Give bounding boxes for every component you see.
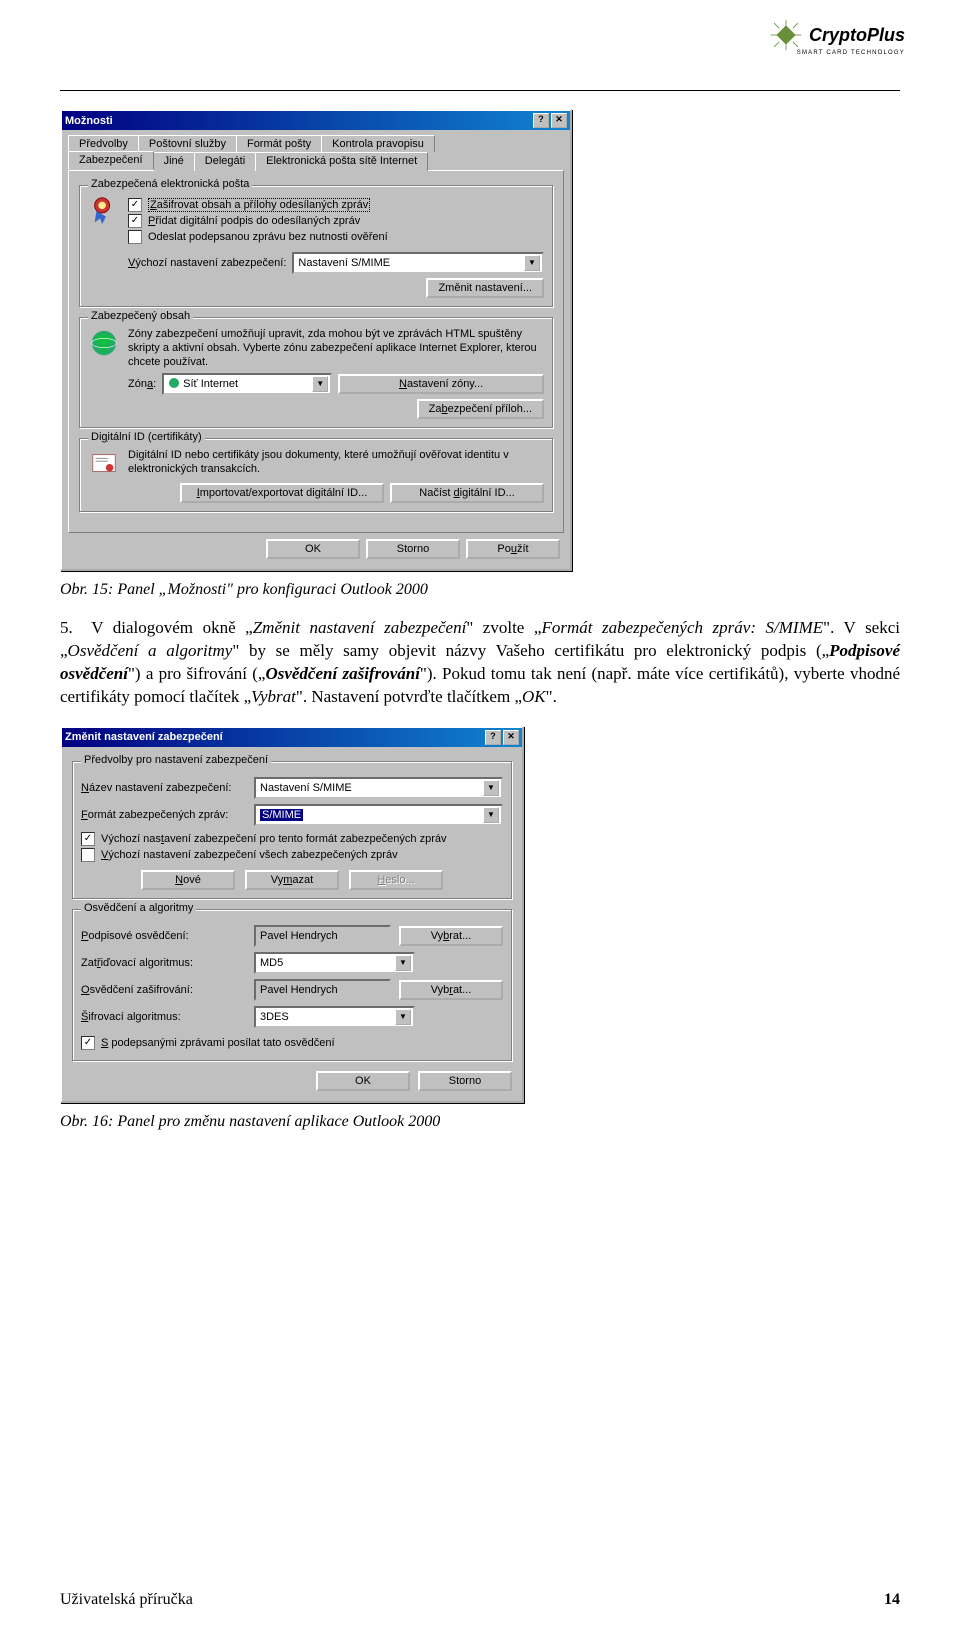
figure-caption-15: Obr. 15: Panel „Možnosti" pro konfigurac… [60, 581, 900, 599]
group-prefs: Předvolby pro nastavení zabezpečení Náze… [72, 761, 512, 899]
footer-page-number: 14 [884, 1591, 900, 1609]
label-setting-name: Název nastavení zabezpečení: [81, 782, 246, 794]
globe-small-icon [168, 377, 180, 392]
certificate-icon [89, 449, 119, 479]
figure-caption-16: Obr. 16: Panel pro změnu nastavení aplik… [60, 1113, 900, 1131]
divider [60, 90, 900, 91]
label-hash-algo: Zatřiďovací algoritmus: [81, 957, 246, 969]
chevron-down-icon[interactable]: ▼ [524, 255, 540, 271]
group-title-secure-email: Zabezpečená elektronická pošta [88, 178, 252, 190]
label-sign: Přidat digitální podpis do odesílaných z… [148, 215, 360, 227]
tab-mail-services[interactable]: Poštovní služby [138, 135, 237, 152]
group-prefs-title: Předvolby pro nastavení zabezpečení [81, 754, 271, 766]
label-enc-cert: Osvědčení zašifrování: [81, 984, 246, 996]
group-title-secure-content: Zabezpečený obsah [88, 310, 193, 322]
choose-sign-cert-button[interactable]: Vybrat... [399, 926, 503, 946]
digital-id-desc: Digitální ID nebo certifikáty jsou dokum… [128, 449, 544, 477]
group-secure-email: Zabezpečená elektronická pošta ✓ Zašifro… [79, 185, 553, 307]
password-button: Heslo... [349, 870, 443, 890]
change-security-dialog: Změnit nastavení zabezpečení ? ✕ Předvol… [60, 726, 524, 1103]
label-format: Formát zabezpečených zpráv: [81, 809, 246, 821]
checkbox-send-certs[interactable]: ✓ [81, 1036, 95, 1050]
choose-enc-cert-button[interactable]: Vybrat... [399, 980, 503, 1000]
tab-internet-mail[interactable]: Elektronická pošta sítě Internet [255, 152, 428, 171]
tab-other[interactable]: Jiné [153, 152, 195, 171]
checkbox-clear-signed[interactable] [128, 230, 142, 244]
tab-preferences[interactable]: Předvolby [68, 135, 139, 152]
label-zone: Zóna: [128, 378, 156, 390]
label-default-this-format: Výchozí nastavení zabezpečení pro tento … [101, 833, 447, 845]
help-button[interactable]: ? [485, 730, 501, 745]
ok-button[interactable]: OK [266, 539, 360, 559]
checkbox-default-all[interactable] [81, 848, 95, 862]
label-send-certs: S podepsanými zprávami posílat tato osvě… [101, 1037, 335, 1049]
tab-row-upper: Předvolby Poštovní služby Formát pošty K… [62, 130, 570, 151]
label-default-all: Výchozí nastavení zabezpečení všech zabe… [101, 849, 398, 861]
options-dialog: Možnosti ? ✕ Předvolby Poštovní služby F… [60, 109, 572, 571]
dropdown-value: Nastavení S/MIME [298, 257, 390, 269]
field-enc-cert: Pavel Hendrych [254, 979, 391, 1001]
group-title-digital-id: Digitální ID (certifikáty) [88, 431, 205, 443]
tab-spellcheck[interactable]: Kontrola pravopisu [321, 135, 435, 152]
tab-delegates[interactable]: Delegáti [194, 152, 256, 171]
tab-row-lower: Zabezpečení Jiné Delegáti Elektronická p… [62, 151, 570, 170]
dropdown-format[interactable]: S/MIME ▼ [254, 804, 503, 826]
dialog-title: Možnosti [65, 115, 113, 127]
group-certificates: Osvědčení a algoritmy Podpisové osvědčen… [72, 909, 512, 1061]
tab-mail-format[interactable]: Formát pošty [236, 135, 322, 152]
group-digital-id: Digitální ID (certifikáty) Digitální ID … [79, 438, 553, 512]
chevron-down-icon[interactable]: ▼ [395, 1009, 411, 1025]
chevron-down-icon[interactable]: ▼ [483, 780, 499, 796]
secure-content-desc: Zóny zabezpečení umožňují upravit, zda m… [128, 328, 544, 369]
change-settings-button[interactable]: Změnit nastavení... [426, 278, 544, 298]
chevron-down-icon[interactable]: ▼ [483, 807, 499, 823]
dropdown-zone-value: Síť Internet [183, 378, 238, 390]
dropdown-zone[interactable]: Síť Internet ▼ [162, 373, 332, 395]
checkbox-encrypt[interactable]: ✓ [128, 198, 142, 212]
zone-settings-button[interactable]: Nastavení zóny... [338, 374, 544, 394]
checkbox-default-this-format[interactable]: ✓ [81, 832, 95, 846]
footer-doc-title: Uživatelská příručka [60, 1591, 193, 1609]
tab-security[interactable]: Zabezpečení [68, 151, 154, 170]
label-clear-signed: Odeslat podepsanou zprávu bez nutnosti o… [148, 231, 388, 243]
label-sign-cert: Podpisové osvědčení: [81, 930, 246, 942]
brand-name: CryptoPlus [809, 25, 905, 46]
dropdown-hash-algo[interactable]: MD5 ▼ [254, 952, 415, 974]
label-encrypt: Zašifrovat obsah a přílohy odesílaných z… [148, 198, 370, 212]
close-button[interactable]: ✕ [551, 113, 567, 128]
attachment-security-button[interactable]: Zabezpečení příloh... [417, 399, 544, 419]
ribbon-icon [89, 196, 119, 226]
ok-button[interactable]: OK [316, 1071, 410, 1091]
cancel-button[interactable]: Storno [366, 539, 460, 559]
cancel-button[interactable]: Storno [418, 1071, 512, 1091]
globe-icon [89, 328, 119, 358]
field-sign-cert: Pavel Hendrych [254, 925, 391, 947]
dropdown-enc-algo[interactable]: 3DES ▼ [254, 1006, 415, 1028]
import-export-id-button[interactable]: Importovat/exportovat digitální ID... [180, 483, 384, 503]
group-cert-title: Osvědčení a algoritmy [81, 902, 196, 914]
group-secure-content: Zabezpečený obsah Zóny zabezpečení umožň… [79, 317, 553, 428]
brand-logo: CryptoPlus SMART CARD TECHNOLOGY [769, 18, 905, 56]
new-button[interactable]: Nové [141, 870, 235, 890]
label-enc-algo: Šifrovací algoritmus: [81, 1011, 246, 1023]
dropdown-setting-name[interactable]: Nastavení S/MIME ▼ [254, 777, 503, 799]
logo-chip-icon [769, 18, 803, 52]
help-button[interactable]: ? [533, 113, 549, 128]
checkbox-sign[interactable]: ✓ [128, 214, 142, 228]
chevron-down-icon[interactable]: ▼ [395, 955, 411, 971]
delete-button[interactable]: Vymazat [245, 870, 339, 890]
apply-button[interactable]: Použít [466, 539, 560, 559]
label-default-setting: Výchozí nastavení zabezpečení: [128, 257, 286, 269]
chevron-down-icon[interactable]: ▼ [312, 376, 328, 392]
close-button[interactable]: ✕ [503, 730, 519, 745]
get-id-button[interactable]: Načíst digitální ID... [390, 483, 544, 503]
step-5-text: 5. V dialogovém okně „Změnit nastavení z… [60, 617, 900, 709]
dialog2-title: Změnit nastavení zabezpečení [65, 731, 223, 743]
dropdown-default-setting[interactable]: Nastavení S/MIME ▼ [292, 252, 544, 274]
